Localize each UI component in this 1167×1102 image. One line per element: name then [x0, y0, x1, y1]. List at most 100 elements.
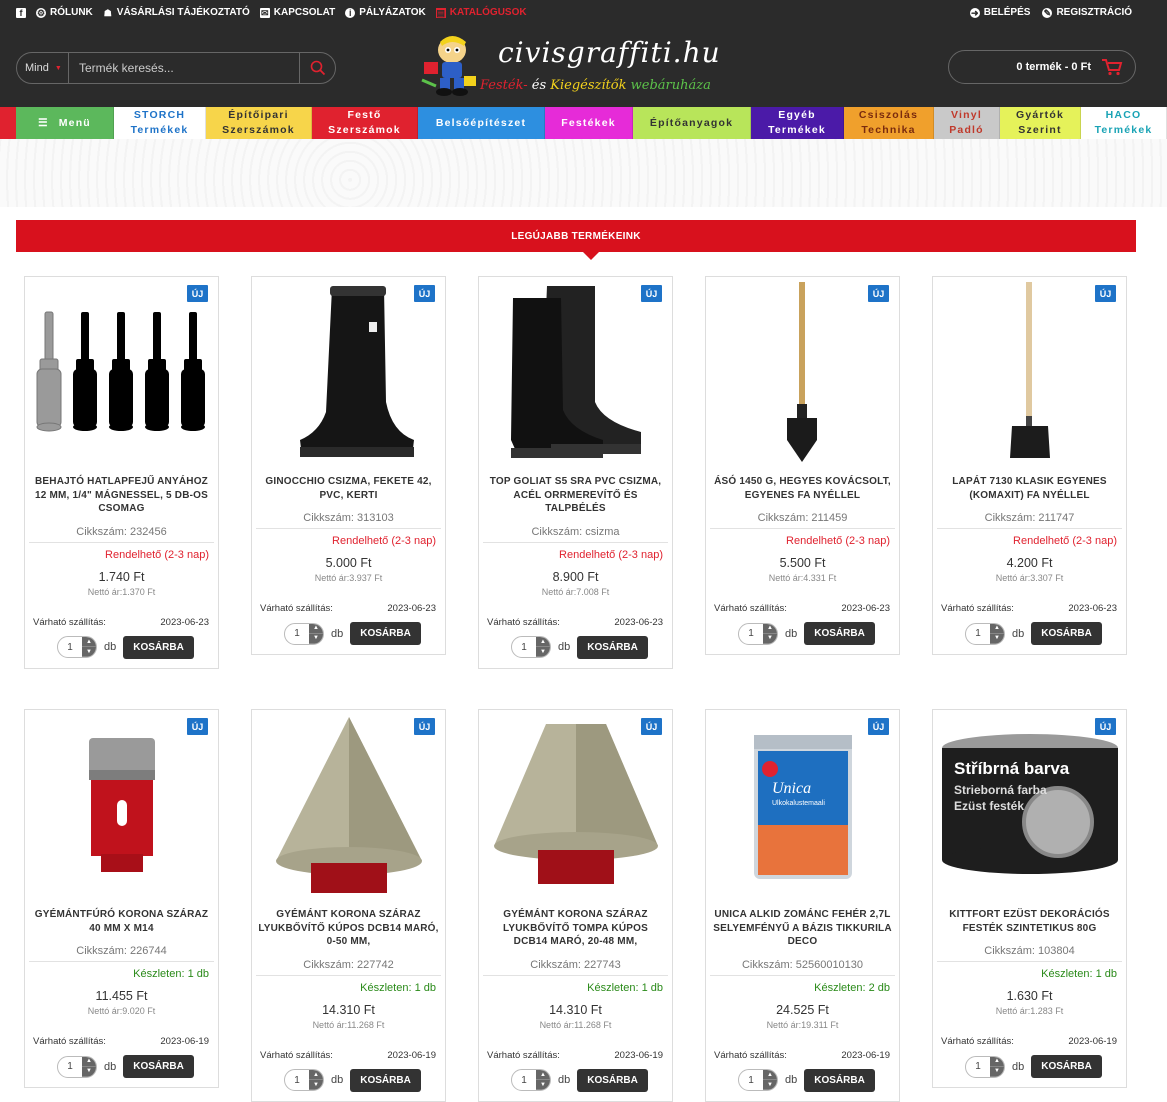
- shopping-info-link[interactable]: ☗ VÁSÁRLÁSI TÁJÉKOZTATÓ: [103, 7, 250, 18]
- cat-storch[interactable]: STORCH Termékek: [114, 107, 206, 139]
- quantity-input[interactable]: [512, 1074, 536, 1086]
- quantity-arrows[interactable]: ▲ ▼: [82, 1056, 96, 1077]
- product-name[interactable]: GYÉMÁNT KORONA SZÁRAZ LYUKBŐVÍTŐ KÚPOS D…: [258, 908, 439, 949]
- quantity-input[interactable]: [285, 1074, 309, 1086]
- product-image[interactable]: [479, 277, 672, 467]
- chevron-up-icon[interactable]: ▲: [82, 637, 96, 647]
- product-image[interactable]: Unica Ulkokalustemaali: [706, 710, 899, 900]
- register-link[interactable]: ✎ REGISZTRÁCIÓ: [1042, 7, 1132, 18]
- product-name[interactable]: GYÉMÁNT KORONA SZÁRAZ LYUKBŐVÍTŐ TOMPA K…: [485, 908, 666, 949]
- add-to-cart-button[interactable]: KOSÁRBA: [804, 622, 875, 645]
- quantity-arrows[interactable]: ▲ ▼: [763, 1070, 777, 1090]
- quantity-arrows[interactable]: ▲ ▼: [990, 1056, 1004, 1077]
- chevron-down-icon[interactable]: ▼: [763, 634, 777, 644]
- cat-epitoipari[interactable]: Építőipari Szerszámok: [206, 107, 312, 139]
- facebook-link[interactable]: f: [16, 7, 26, 18]
- chevron-up-icon[interactable]: ▲: [82, 1057, 96, 1067]
- add-to-cart-button[interactable]: KOSÁRBA: [123, 635, 194, 659]
- login-link[interactable]: ➜ BELÉPÉS: [969, 7, 1030, 18]
- product-card[interactable]: Unica Ulkokalustemaali ÚJ UNICA ALKID ZO…: [705, 709, 900, 1102]
- quantity-stepper[interactable]: ▲ ▼: [57, 636, 97, 658]
- search-input[interactable]: [69, 53, 299, 83]
- product-image[interactable]: [479, 710, 672, 900]
- chevron-down-icon[interactable]: ▼: [763, 1080, 777, 1090]
- cart-button[interactable]: 0 termék - 0 Ft: [948, 50, 1136, 84]
- add-to-cart-button[interactable]: KOSÁRBA: [1031, 622, 1102, 645]
- product-name[interactable]: LAPÁT 7130 KLASIK EGYENES (KOMAXIT) FA N…: [939, 475, 1120, 502]
- add-to-cart-button[interactable]: KOSÁRBA: [123, 1055, 194, 1078]
- quantity-stepper[interactable]: ▲ ▼: [511, 1069, 551, 1091]
- quantity-stepper[interactable]: ▲ ▼: [284, 1069, 324, 1091]
- product-card[interactable]: ÚJ LAPÁT 7130 KLASIK EGYENES (KOMAXIT) F…: [932, 276, 1127, 655]
- quantity-stepper[interactable]: ▲ ▼: [965, 1055, 1005, 1078]
- product-name[interactable]: UNICA ALKID ZOMÁNC FEHÉR 2,7L SELYEMFÉNY…: [712, 908, 893, 949]
- product-card[interactable]: ÚJ GINOCCHIO CSIZMA, FEKETE 42, PVC, KER…: [251, 276, 446, 655]
- add-to-cart-button[interactable]: KOSÁRBA: [804, 1068, 875, 1092]
- catalogs-link[interactable]: ▤ KATALÓGUSOK: [435, 7, 527, 18]
- product-name[interactable]: GYÉMÁNTFÚRÓ KORONA SZÁRAZ 40 MM X M14: [31, 908, 212, 935]
- cat-gyartok[interactable]: Gyártók Szerint: [1000, 107, 1081, 139]
- product-image[interactable]: [252, 277, 445, 467]
- quantity-input[interactable]: [966, 1061, 990, 1072]
- add-to-cart-button[interactable]: KOSÁRBA: [350, 622, 421, 645]
- cat-haco[interactable]: HACO Termékek: [1081, 107, 1167, 139]
- product-image[interactable]: [252, 710, 445, 900]
- chevron-down-icon[interactable]: ▼: [536, 1080, 550, 1090]
- chevron-up-icon[interactable]: ▲: [990, 624, 1004, 634]
- quantity-input[interactable]: [512, 641, 536, 653]
- product-name[interactable]: ÁSÓ 1450 G, HEGYES KOVÁCSOLT, EGYENES FA…: [712, 475, 893, 502]
- product-name[interactable]: KITTFORT EZÜST DEKORÁCIÓS FESTÉK SZINTET…: [939, 908, 1120, 935]
- chevron-down-icon[interactable]: ▼: [82, 1067, 96, 1077]
- cat-festekek[interactable]: Festékek: [545, 107, 633, 139]
- quantity-arrows[interactable]: ▲ ▼: [309, 623, 323, 644]
- quantity-input[interactable]: [739, 1074, 763, 1086]
- quantity-arrows[interactable]: ▲ ▼: [763, 623, 777, 644]
- product-image[interactable]: [25, 710, 218, 900]
- chevron-up-icon[interactable]: ▲: [536, 637, 550, 647]
- product-image[interactable]: [25, 277, 218, 467]
- product-card[interactable]: ÚJ GYÉMÁNTFÚRÓ KORONA SZÁRAZ 40 MM X M14…: [24, 709, 219, 1088]
- search-scope-select[interactable]: Mind ▼: [17, 53, 69, 83]
- quantity-arrows[interactable]: ▲ ▼: [536, 1070, 550, 1090]
- add-to-cart-button[interactable]: KOSÁRBA: [1031, 1055, 1102, 1078]
- product-name[interactable]: TOP GOLIAT S5 SRA PVC CSIZMA, ACÉL ORRME…: [485, 475, 666, 516]
- chevron-down-icon[interactable]: ▼: [536, 647, 550, 657]
- product-image[interactable]: Stříbrná barva Strieborná farba Ezüst fe…: [933, 710, 1126, 900]
- quantity-input[interactable]: [285, 628, 309, 639]
- chevron-down-icon[interactable]: ▼: [309, 634, 323, 644]
- quantity-stepper[interactable]: ▲ ▼: [284, 622, 324, 645]
- cat-vinyl[interactable]: Vinyl Padló: [934, 107, 1000, 139]
- cat-egyeb[interactable]: Egyéb Termékek: [751, 107, 844, 139]
- product-image[interactable]: [706, 277, 899, 467]
- quantity-input[interactable]: [58, 641, 82, 653]
- cat-belsoepiteszet[interactable]: Belsőépítészet: [418, 107, 545, 139]
- quantity-arrows[interactable]: ▲ ▼: [82, 637, 96, 657]
- chevron-down-icon[interactable]: ▼: [309, 1080, 323, 1090]
- product-card[interactable]: ÚJ TOP GOLIAT S5 SRA PVC CSIZMA, ACÉL OR…: [478, 276, 673, 669]
- add-to-cart-button[interactable]: KOSÁRBA: [350, 1068, 421, 1092]
- cat-epitoanyagok[interactable]: Építőanyagok: [633, 107, 751, 139]
- about-link[interactable]: ⚙ RÓLUNK: [36, 7, 93, 18]
- quantity-input[interactable]: [739, 628, 763, 639]
- chevron-up-icon[interactable]: ▲: [990, 1057, 1004, 1067]
- product-card[interactable]: ÚJ GYÉMÁNT KORONA SZÁRAZ LYUKBŐVÍTŐ KÚPO…: [251, 709, 446, 1102]
- product-image[interactable]: [933, 277, 1126, 467]
- quantity-stepper[interactable]: ▲ ▼: [965, 622, 1005, 645]
- add-to-cart-button[interactable]: KOSÁRBA: [577, 635, 648, 659]
- chevron-down-icon[interactable]: ▼: [990, 634, 1004, 644]
- cat-festo[interactable]: Festő Szerszámok: [312, 107, 418, 139]
- cat-csiszolas[interactable]: Csiszolás Technika: [844, 107, 934, 139]
- chevron-up-icon[interactable]: ▲: [309, 624, 323, 634]
- site-logo[interactable]: civisgraffiti.hu Festék- és Kiegészítők …: [418, 32, 738, 102]
- quantity-stepper[interactable]: ▲ ▼: [511, 636, 551, 658]
- add-to-cart-button[interactable]: KOSÁRBA: [577, 1068, 648, 1092]
- chevron-down-icon[interactable]: ▼: [82, 647, 96, 657]
- product-name[interactable]: GINOCCHIO CSIZMA, FEKETE 42, PVC, KERTI: [258, 475, 439, 502]
- product-card[interactable]: ÚJ GYÉMÁNT KORONA SZÁRAZ LYUKBŐVÍTŐ TOMP…: [478, 709, 673, 1102]
- quantity-input[interactable]: [966, 628, 990, 639]
- quantity-stepper[interactable]: ▲ ▼: [738, 1069, 778, 1091]
- product-card[interactable]: Stříbrná barva Strieborná farba Ezüst fe…: [932, 709, 1127, 1088]
- quantity-arrows[interactable]: ▲ ▼: [309, 1070, 323, 1090]
- chevron-down-icon[interactable]: ▼: [990, 1067, 1004, 1077]
- search-button[interactable]: [299, 53, 335, 83]
